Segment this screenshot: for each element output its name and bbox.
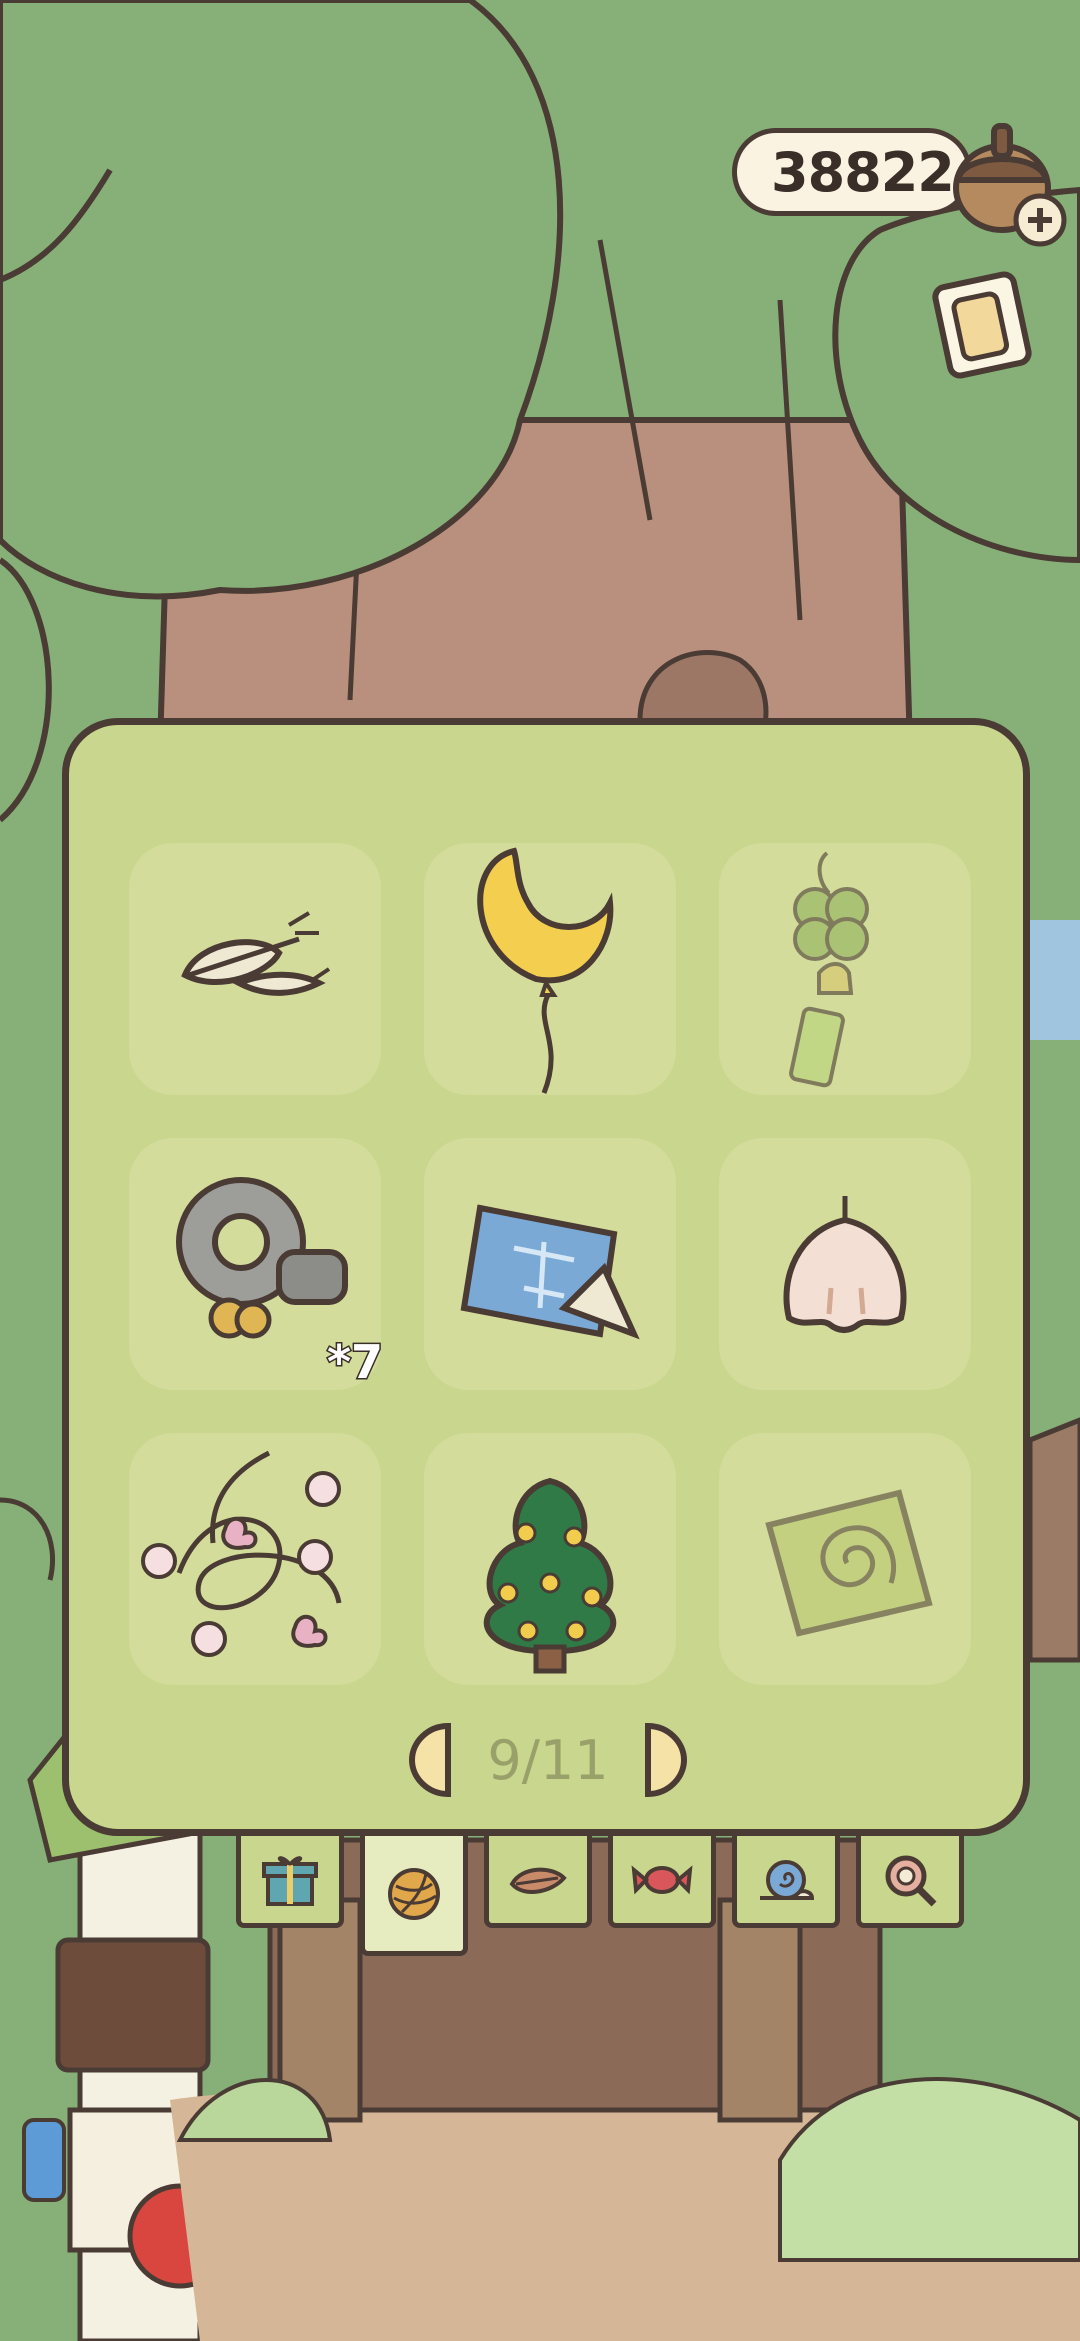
moon-balloon-icon bbox=[477, 847, 614, 1094]
magnifier-icon bbox=[885, 1855, 937, 1906]
item-slot-flower-vine[interactable] bbox=[129, 1433, 381, 1685]
next-page-button[interactable] bbox=[642, 1722, 688, 1798]
item-slot-moon-balloon[interactable] bbox=[424, 843, 676, 1095]
gift-icon bbox=[262, 1855, 318, 1906]
tab-leaves[interactable] bbox=[484, 1836, 592, 1928]
bell-flower-icon bbox=[783, 1196, 907, 1333]
item-slot-bell-flower[interactable] bbox=[719, 1138, 971, 1390]
feather-icon bbox=[181, 911, 331, 996]
tab-snail[interactable] bbox=[732, 1836, 840, 1928]
category-tabs bbox=[236, 1836, 976, 1956]
tab-gifts[interactable] bbox=[236, 1836, 344, 1928]
snail-icon bbox=[760, 1859, 815, 1900]
clover-charm-icon bbox=[789, 851, 869, 1088]
previous-page-button[interactable] bbox=[408, 1722, 454, 1798]
item-count-badge: *7 bbox=[325, 1334, 384, 1391]
leaf-icon bbox=[509, 1867, 567, 1894]
currency-amount: 38822 bbox=[771, 140, 955, 204]
item-slot-clover-charm[interactable] bbox=[719, 843, 971, 1095]
blueprint-icon bbox=[460, 1204, 640, 1340]
tab-candy[interactable] bbox=[608, 1836, 716, 1928]
yarn-icon bbox=[388, 1867, 440, 1920]
item-slot-blueprint[interactable] bbox=[424, 1138, 676, 1390]
notes-button[interactable] bbox=[928, 270, 1038, 390]
add-acorn-button[interactable] bbox=[942, 108, 1072, 248]
item-slot-feather[interactable] bbox=[129, 843, 381, 1095]
christmas-tree-icon bbox=[483, 1477, 617, 1674]
item-slot-christmas-tree[interactable] bbox=[424, 1433, 676, 1685]
item-panel: *7 bbox=[62, 718, 1030, 1836]
tab-search[interactable] bbox=[856, 1836, 964, 1928]
page-indicator: 9/11 bbox=[487, 1728, 609, 1792]
tab-crafting[interactable] bbox=[360, 1836, 468, 1956]
flower-vine-icon bbox=[141, 1450, 342, 1657]
swirl-tile-icon bbox=[765, 1489, 933, 1637]
acorn-currency-counter: 38822 bbox=[732, 128, 972, 216]
item-slot-swirl-tile[interactable] bbox=[719, 1433, 971, 1685]
candy-icon bbox=[631, 1864, 693, 1894]
page-navigation: 9/11 bbox=[408, 1722, 688, 1798]
